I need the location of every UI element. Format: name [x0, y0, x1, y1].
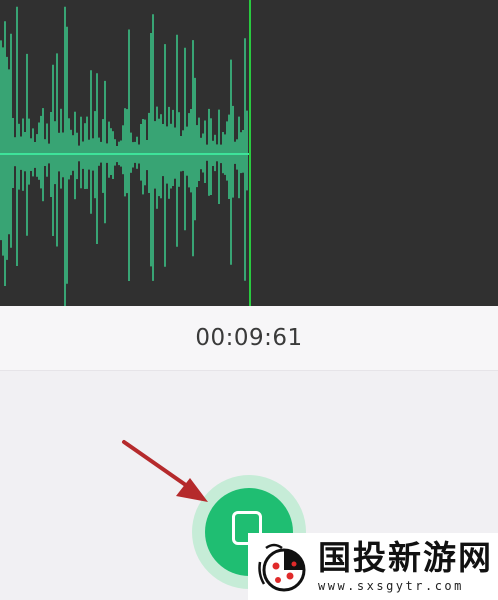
- ladybug-logo-icon: [258, 543, 306, 592]
- watermark-url: www.sxsgytr.com: [318, 579, 464, 593]
- waveform-bars: [0, 6, 250, 306]
- waveform: [0, 0, 251, 306]
- arrow-icon: [122, 440, 208, 502]
- watermark-title: 国投新游网: [318, 538, 493, 577]
- waveform-panel: [0, 0, 498, 306]
- elapsed-time: 00:09:61: [195, 325, 303, 351]
- timer-bar: 00:09:61: [0, 306, 498, 371]
- watermark: 国投新游网 www.sxsgytr.com: [248, 533, 498, 600]
